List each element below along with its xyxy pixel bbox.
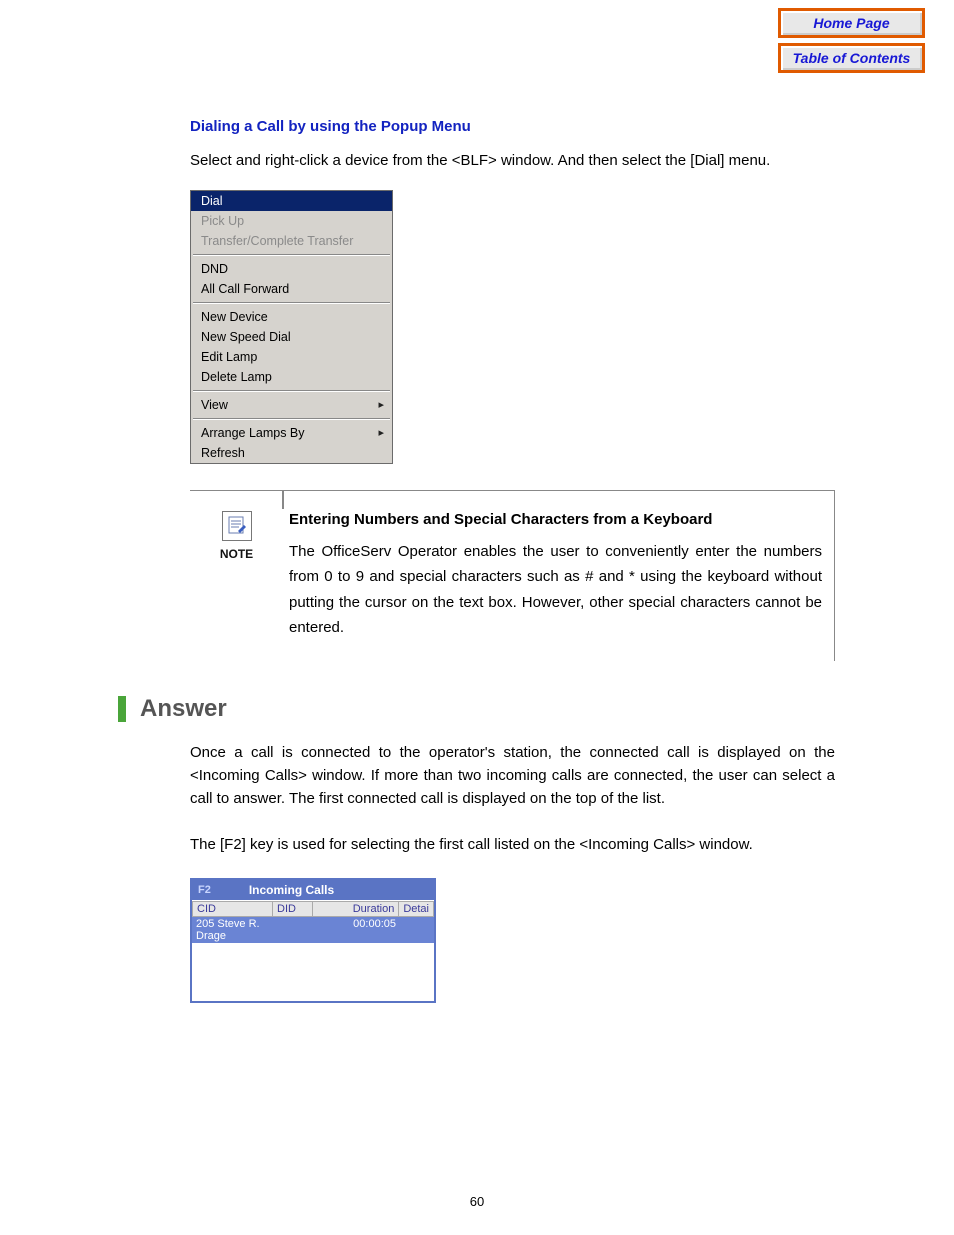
incoming-calls-window: F2 Incoming Calls CID DID Duration Detai… — [190, 878, 436, 1003]
page-content: Dialing a Call by using the Popup Menu S… — [190, 118, 835, 1003]
note-icon — [222, 511, 252, 541]
popup-separator — [193, 390, 390, 392]
popup-menu: Dial Pick Up Transfer/Complete Transfer … — [190, 190, 393, 464]
row-duration: 00:00:05 — [312, 917, 400, 943]
section-intro: Select and right-click a device from the… — [190, 149, 835, 172]
popup-item-refresh[interactable]: Refresh — [191, 443, 392, 463]
popup-item-dnd[interactable]: DND — [191, 259, 392, 279]
note-body: Entering Numbers and Special Characters … — [283, 491, 834, 661]
incoming-calls-title: Incoming Calls — [249, 883, 334, 897]
popup-item-transfer: Transfer/Complete Transfer — [191, 231, 392, 251]
popup-item-newspeeddial[interactable]: New Speed Dial — [191, 327, 392, 347]
incoming-calls-titlebar: F2 Incoming Calls — [192, 880, 434, 901]
note-side: NOTE — [190, 491, 283, 661]
heading-accent-bar — [118, 696, 126, 722]
answer-paragraph-2: The [F2] key is used for selecting the f… — [190, 833, 835, 856]
section-heading: Dialing a Call by using the Popup Menu — [190, 118, 835, 135]
popup-item-view[interactable]: View — [191, 395, 392, 415]
popup-item-dial[interactable]: Dial — [191, 191, 392, 211]
incoming-calls-row[interactable]: 205 Steve R. Drage 00:00:05 — [192, 917, 434, 943]
answer-paragraph-1: Once a call is connected to the operator… — [190, 741, 835, 811]
popup-item-pickup: Pick Up — [191, 211, 392, 231]
note-text: The OfficeServ Operator enables the user… — [289, 543, 822, 637]
answer-heading: Answer — [118, 695, 835, 723]
table-of-contents-button[interactable]: Table of Contents — [778, 43, 925, 73]
popup-item-newdevice[interactable]: New Device — [191, 307, 392, 327]
note-title: Entering Numbers and Special Characters … — [289, 507, 822, 533]
popup-separator — [193, 418, 390, 420]
popup-separator — [193, 302, 390, 304]
row-cid: 205 Steve R. Drage — [192, 917, 272, 943]
row-did — [272, 917, 312, 943]
note-label: NOTE — [190, 547, 283, 561]
col-detail: Detai — [398, 901, 434, 917]
col-cid: CID — [192, 901, 272, 917]
page-number: 60 — [0, 1194, 954, 1209]
popup-item-allcallforward[interactable]: All Call Forward — [191, 279, 392, 299]
home-page-button[interactable]: Home Page — [778, 8, 925, 38]
row-detail — [400, 917, 434, 943]
incoming-calls-header: CID DID Duration Detai — [192, 901, 434, 917]
col-duration: Duration — [312, 901, 398, 917]
popup-item-editlamp[interactable]: Edit Lamp — [191, 347, 392, 367]
answer-title: Answer — [140, 695, 227, 723]
note-box: NOTE Entering Numbers and Special Charac… — [190, 490, 835, 661]
incoming-calls-blank — [192, 943, 434, 1001]
popup-item-deletelamp[interactable]: Delete Lamp — [191, 367, 392, 387]
incoming-calls-key: F2 — [198, 884, 211, 896]
col-did: DID — [272, 901, 312, 917]
popup-item-arrangelamps[interactable]: Arrange Lamps By — [191, 423, 392, 443]
popup-separator — [193, 254, 390, 256]
